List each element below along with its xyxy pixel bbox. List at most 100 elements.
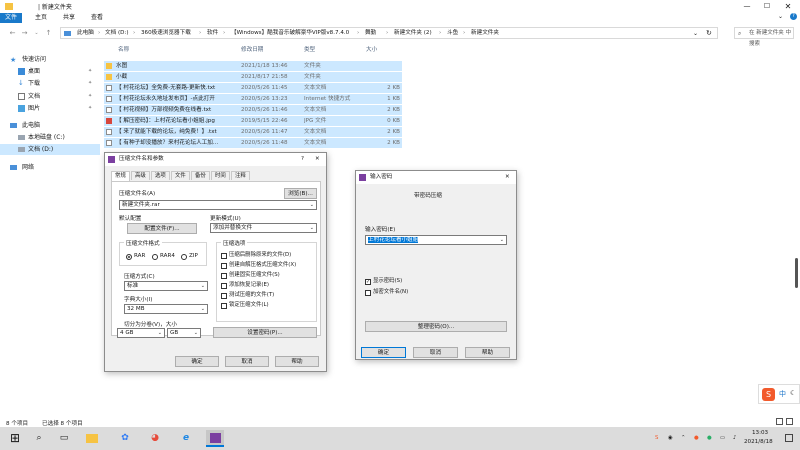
nav-item-documents[interactable]: 文档 ✦ bbox=[0, 91, 100, 102]
chevron-down-icon[interactable]: ⌄ bbox=[201, 305, 205, 313]
table-row[interactable]: 【 村花论坛】全免费-无套路-更新快.txt 2020/5/26 11:45 文… bbox=[104, 83, 402, 93]
file-explorer-icon[interactable] bbox=[83, 430, 101, 447]
close-icon[interactable]: ✕ bbox=[505, 171, 510, 184]
tab-options[interactable]: 选项 bbox=[151, 171, 170, 180]
address-bar[interactable]: 此电脑 › 文档 (D:) › 360极速浏览器下载 › 软件 › 【Windo… bbox=[60, 27, 718, 39]
option-checkbox[interactable] bbox=[221, 303, 227, 309]
set-password-button[interactable]: 设置密码(P)... bbox=[213, 327, 317, 338]
tab-backup[interactable]: 备份 bbox=[191, 171, 210, 180]
tray-wechat-icon[interactable]: ● bbox=[707, 427, 712, 450]
back-arrow-icon[interactable]: ← bbox=[8, 28, 17, 38]
breadcrumb[interactable]: 软件 bbox=[207, 28, 218, 39]
nav-drive-d[interactable]: 文档 (D:) bbox=[0, 144, 100, 155]
cancel-button[interactable]: 取消 bbox=[413, 347, 458, 358]
breadcrumb[interactable]: 新建文件夹 bbox=[471, 28, 499, 39]
tray-ime-icon[interactable]: ● bbox=[694, 427, 699, 450]
tray-sogou-icon[interactable]: S bbox=[655, 427, 658, 450]
tab-advanced[interactable]: 高级 bbox=[131, 171, 150, 180]
tab-time[interactable]: 时间 bbox=[211, 171, 230, 180]
forward-arrow-icon[interactable]: → bbox=[20, 28, 29, 38]
nav-quick-access[interactable]: ★ 快速访问 bbox=[0, 54, 100, 65]
breadcrumb[interactable]: 舞勤 bbox=[365, 28, 376, 39]
encrypt-names-checkbox[interactable] bbox=[365, 290, 371, 296]
chevron-down-icon[interactable]: ⌄ bbox=[201, 282, 205, 290]
table-row[interactable]: 小截 2021/8/17 21:58 文件夹 bbox=[104, 72, 402, 82]
table-row[interactable]: 【 解压密码】：上村花论坛看小姐姐.jpg 2019/5/15 22:46 JP… bbox=[104, 116, 402, 126]
radio-zip[interactable] bbox=[181, 254, 187, 260]
internet-explorer-icon[interactable]: e bbox=[177, 430, 195, 447]
nav-item-pictures[interactable]: 图片 ✦ bbox=[0, 103, 100, 114]
column-date[interactable]: 修改日期 bbox=[241, 45, 263, 55]
tray-network-icon[interactable]: ▭ bbox=[720, 427, 725, 450]
close-button[interactable]: ✕ bbox=[778, 0, 798, 13]
breadcrumb[interactable]: 【Windows】酷我音乐破解豪华VIP版v8.7.4.0 bbox=[231, 28, 349, 39]
tray-chevron-icon[interactable]: ⌃ bbox=[681, 427, 686, 450]
windows-start-icon[interactable]: ⊞ bbox=[6, 430, 24, 447]
pin-icon[interactable]: ✦ bbox=[88, 78, 92, 89]
column-type[interactable]: 类型 bbox=[304, 45, 315, 55]
details-view-icon[interactable] bbox=[776, 418, 783, 425]
baidu-netdisk-icon[interactable]: ✿ bbox=[116, 430, 134, 447]
breadcrumb[interactable]: 斗鱼 bbox=[447, 28, 458, 39]
table-row[interactable]: 【 来了就能下载的论坛，纯免费！】.txt 2020/5/26 11:47 文本… bbox=[104, 127, 402, 137]
method-select[interactable]: 标准 ⌄ bbox=[124, 281, 208, 291]
pin-icon[interactable]: ✦ bbox=[88, 103, 92, 114]
nav-network[interactable]: 网络 bbox=[0, 162, 100, 173]
recent-chevron-icon[interactable]: ⌄ bbox=[32, 28, 41, 38]
breadcrumb[interactable]: 新建文件夹 (2) bbox=[394, 28, 432, 39]
help-button[interactable]: 帮助 bbox=[275, 356, 319, 367]
split-size-input[interactable]: 4 GB ⌄ bbox=[117, 328, 165, 338]
ok-button[interactable]: 确定 bbox=[175, 356, 219, 367]
pin-icon[interactable]: ✦ bbox=[88, 66, 92, 77]
help-icon[interactable]: ? bbox=[790, 13, 797, 20]
dictionary-select[interactable]: 32 MB ⌄ bbox=[124, 304, 208, 314]
option-checkbox[interactable] bbox=[221, 253, 227, 259]
minimize-button[interactable]: — bbox=[738, 0, 756, 13]
tray-volume-icon[interactable]: ♪ bbox=[733, 427, 736, 450]
table-row[interactable]: 【 村花视频】万部视频免费在线看.txt 2020/5/26 11:46 文本文… bbox=[104, 105, 402, 115]
chevron-down-icon[interactable]: ⌄ bbox=[310, 201, 314, 209]
tab-file[interactable]: 文件 bbox=[0, 13, 22, 23]
scrollbar[interactable] bbox=[795, 258, 798, 288]
option-checkbox[interactable] bbox=[221, 293, 227, 299]
winrar-taskbar-icon[interactable] bbox=[206, 430, 224, 447]
browser-360-icon[interactable]: ◕ bbox=[146, 430, 164, 447]
option-checkbox[interactable] bbox=[221, 283, 227, 289]
tab-files[interactable]: 文件 bbox=[171, 171, 190, 180]
tab-view[interactable]: 查看 bbox=[86, 13, 108, 23]
radio-rar[interactable] bbox=[126, 254, 132, 260]
table-row[interactable]: 【 村花论坛永久地址发布页】-点此打开 2020/5/26 13:23 Inte… bbox=[104, 94, 402, 104]
chevron-down-icon[interactable]: ⌄ bbox=[194, 329, 198, 337]
task-view-icon[interactable]: ▭ bbox=[55, 430, 73, 447]
clock-date[interactable]: 2021/8/18 bbox=[744, 439, 773, 445]
notification-icon[interactable] bbox=[785, 434, 793, 442]
search-icon[interactable]: ⌕ bbox=[30, 430, 48, 447]
close-icon[interactable]: ✕ bbox=[315, 153, 320, 166]
tab-home[interactable]: 主页 bbox=[30, 13, 52, 23]
nav-item-desktop[interactable]: 桌面 ✦ bbox=[0, 66, 100, 77]
option-checkbox[interactable] bbox=[221, 263, 227, 269]
address-dropdown-icon[interactable]: ⌄ bbox=[693, 28, 698, 39]
table-row[interactable]: 水图 2021/1/18 13:46 文件夹 bbox=[104, 61, 402, 71]
clock-time[interactable]: 13:03 bbox=[752, 430, 768, 436]
maximize-button[interactable]: ☐ bbox=[758, 0, 776, 13]
chevron-down-icon[interactable]: ⌄ bbox=[158, 329, 162, 337]
breadcrumb[interactable]: 此电脑 bbox=[77, 28, 94, 39]
ime-widget[interactable]: S 中 ☾ bbox=[758, 384, 800, 404]
cancel-button[interactable]: 取消 bbox=[225, 356, 269, 367]
chevron-down-icon[interactable]: ⌄ bbox=[778, 13, 783, 20]
help-button[interactable]: 帮助 bbox=[465, 347, 510, 358]
up-arrow-icon[interactable]: ↑ bbox=[44, 28, 53, 38]
tab-general[interactable]: 常规 bbox=[111, 171, 130, 181]
nav-drive-c[interactable]: 本地磁盘 (C:) bbox=[0, 132, 100, 143]
breadcrumb[interactable]: 文档 (D:) bbox=[105, 28, 129, 39]
pin-icon[interactable]: ✦ bbox=[88, 91, 92, 102]
profile-button[interactable]: 配置文件(F)... bbox=[127, 223, 197, 234]
breadcrumb[interactable]: 360极速浏览器下载 bbox=[141, 28, 191, 39]
nav-this-pc[interactable]: 此电脑 bbox=[0, 120, 100, 131]
update-mode-select[interactable]: 添加并替换文件 ⌄ bbox=[210, 223, 317, 233]
option-checkbox[interactable] bbox=[221, 273, 227, 279]
large-icons-view-icon[interactable] bbox=[786, 418, 793, 425]
chevron-down-icon[interactable]: ⌄ bbox=[310, 224, 314, 232]
column-name[interactable]: 名称 bbox=[118, 45, 129, 55]
